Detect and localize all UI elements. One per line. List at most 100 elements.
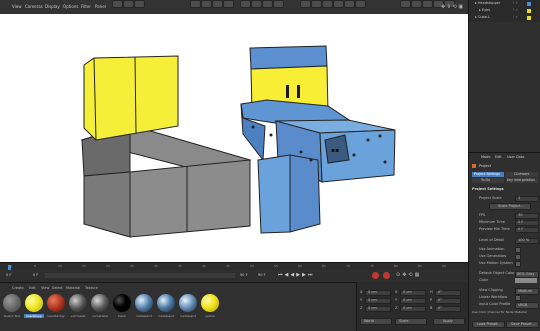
visibility-icons[interactable]: ⁝ ✓	[513, 1, 518, 6]
toolbar-button[interactable]	[112, 0, 123, 8]
current-frame-field[interactable]: 0 F	[6, 273, 11, 278]
material-swatch-0[interactable]	[3, 294, 21, 312]
mat-menu-select[interactable]: Select	[52, 286, 63, 291]
use-generators-label: Use Generators	[479, 254, 507, 258]
project-scale-field[interactable]: 1	[515, 196, 539, 202]
use-motion-checkbox[interactable]	[515, 261, 521, 267]
attr-tab-user-data[interactable]: User Data	[507, 155, 524, 160]
material-swatch-1[interactable]	[25, 294, 43, 312]
material-swatch-4[interactable]	[91, 294, 109, 312]
size-y-field[interactable]: 0 cm	[400, 298, 426, 304]
apply-button[interactable]: Apply	[433, 318, 465, 325]
toolbar-button[interactable]	[333, 0, 344, 8]
preview-min-field[interactable]: 0 F	[515, 227, 539, 233]
toolbar-button[interactable]	[344, 0, 355, 8]
visibility-icons[interactable]: ⁝ ✓	[513, 8, 518, 13]
use-generators-checkbox[interactable]	[515, 254, 521, 260]
material-swatch-6[interactable]	[135, 294, 153, 312]
toolbar-button[interactable]	[300, 0, 311, 8]
toolbar-button[interactable]	[251, 0, 262, 8]
visibility-icons[interactable]: ⁝ ✓	[513, 15, 518, 20]
scale-project-button[interactable]: Scale Project...	[489, 203, 531, 210]
toolbar-button[interactable]	[190, 0, 201, 8]
toolbar-button[interactable]	[355, 0, 366, 8]
view-clipping-label: View Clipping	[479, 288, 503, 292]
mat-menu-edit[interactable]: Edit	[29, 286, 36, 291]
mat-menu-create[interactable]: Create	[12, 286, 24, 291]
tick-label: 90	[442, 264, 446, 268]
rot-b-field[interactable]: 0°	[435, 306, 461, 312]
linear-workflow-checkbox[interactable]	[515, 295, 521, 301]
min-time-field[interactable]: 0 F	[515, 220, 539, 226]
tag-icon	[527, 9, 531, 13]
save-preset-button[interactable]: Save Preset...	[506, 321, 539, 328]
mat-menu-texture[interactable]: Texture	[85, 286, 98, 291]
toolbar-button[interactable]	[422, 0, 433, 8]
material-swatch-8[interactable]	[179, 294, 197, 312]
end-frame-field[interactable]: 90 F	[240, 273, 248, 278]
pos-y-field[interactable]: 0 cm	[365, 298, 391, 304]
range-slider[interactable]	[45, 273, 235, 278]
autokey-button[interactable]	[383, 272, 390, 279]
record-button[interactable]	[372, 272, 379, 279]
world-dropdown[interactable]: World	[360, 318, 392, 325]
fps-field[interactable]: 30	[515, 213, 539, 219]
scale-dropdown[interactable]: Scale	[395, 318, 427, 325]
object-row[interactable]: ▸ Headstopper	[475, 1, 500, 6]
color-swatch[interactable]	[515, 278, 537, 283]
view-clipping-dropdown[interactable]: Medium	[515, 288, 539, 295]
toolbar-button[interactable]	[273, 0, 284, 8]
toolbar-button[interactable]	[400, 0, 411, 8]
preview-min-label: Preview Min Time	[479, 227, 510, 231]
pos-x-field[interactable]: 0 cm	[365, 290, 391, 296]
start-frame-field[interactable]: 0 F	[33, 273, 38, 278]
rot-h-field[interactable]: 0°	[435, 290, 461, 296]
toolbar-button[interactable]	[201, 0, 212, 8]
subtab-key-interpolation[interactable]: Key Interpolation	[506, 178, 538, 183]
pos-z-field[interactable]: 0 cm	[365, 306, 391, 312]
object-row[interactable]: ▸ Eyes	[479, 8, 490, 13]
toolbar-button[interactable]	[262, 0, 273, 8]
toolbar-button[interactable]	[322, 0, 333, 8]
menu-cameras[interactable]: Cameras	[25, 4, 43, 9]
attr-tab-mode[interactable]: Mode	[481, 155, 491, 160]
toolbar-button[interactable]	[223, 0, 234, 8]
3d-viewport[interactable]: ▪▪	[0, 14, 468, 262]
default-color-dropdown[interactable]: 80% Gray	[515, 271, 539, 278]
key-tools-icons[interactable]: ⊙✥⟲▦	[396, 273, 421, 278]
subtab-cineware[interactable]: Cineware	[506, 172, 538, 177]
toolbar-button[interactable]	[411, 0, 422, 8]
preview-end-field[interactable]: 90 F	[258, 273, 266, 278]
lod-field[interactable]: 100 %	[515, 238, 539, 244]
use-animation-checkbox[interactable]	[515, 247, 521, 253]
subtab-project-settings[interactable]: Project Settings	[472, 172, 504, 177]
toolbar-button[interactable]	[212, 0, 223, 8]
material-swatch-7[interactable]	[157, 294, 175, 312]
size-z-field[interactable]: 0 cm	[400, 306, 426, 312]
material-swatch-5[interactable]	[113, 294, 131, 312]
toolbar-button[interactable]	[240, 0, 251, 8]
subtab-to-do[interactable]: To Do	[472, 178, 504, 183]
menu-display[interactable]: Display	[45, 4, 60, 9]
material-swatch-2[interactable]	[47, 294, 65, 312]
menu-options[interactable]: Options	[63, 4, 78, 9]
rot-p-field[interactable]: 0°	[435, 298, 461, 304]
load-preset-button[interactable]: Load Preset...	[472, 321, 505, 328]
menu-panel[interactable]: Panel	[95, 4, 106, 9]
size-x-field[interactable]: 0 cm	[400, 290, 426, 296]
menu-view[interactable]: View	[12, 4, 22, 9]
playback-controls[interactable]: ⏮◀◀▶▶⏭	[278, 273, 314, 278]
mat-menu-material[interactable]: Material	[66, 286, 80, 291]
viewport-nav-icons[interactable]: ✥ ⇕ ⟲ ▣	[441, 5, 463, 10]
menu-filter[interactable]: Filter	[81, 4, 91, 9]
material-swatch-9[interactable]	[201, 294, 219, 312]
toolbar-button[interactable]	[311, 0, 322, 8]
object-list[interactable]: ▸ Headstopper ▸ Eyes ▸ Cube.L ⁝ ✓ ⁝ ✓ ⁝ …	[469, 0, 540, 22]
object-row[interactable]: ▸ Cube.L	[475, 15, 490, 20]
mat-menu-view[interactable]: View	[41, 286, 49, 291]
attr-tab-edit[interactable]: Edit	[495, 155, 502, 160]
input-profile-dropdown[interactable]: sRGB	[515, 302, 539, 309]
toolbar-button[interactable]	[123, 0, 134, 8]
toolbar-button[interactable]	[134, 0, 145, 8]
material-swatch-3[interactable]	[69, 294, 87, 312]
